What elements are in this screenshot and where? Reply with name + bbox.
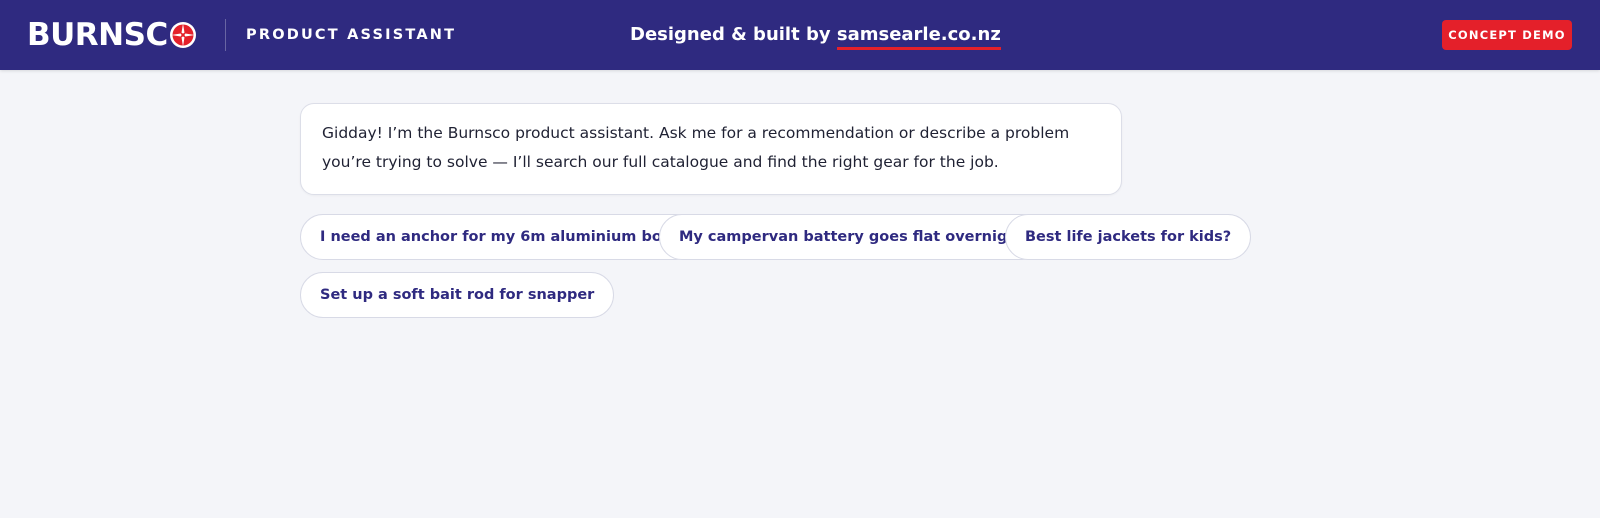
suggestion-chip[interactable]: Best life jackets for kids? bbox=[1005, 214, 1252, 260]
suggestion-chip[interactable]: Set up a soft bait rod for snapper bbox=[300, 272, 615, 318]
product-assistant-label: PRODUCT ASSISTANT bbox=[246, 27, 457, 43]
suggestion-chip[interactable]: I need an anchor for my 6m aluminium boa… bbox=[300, 214, 699, 260]
suggestion-chip[interactable]: My campervan battery goes flat overnight bbox=[659, 214, 1045, 260]
header-divider bbox=[225, 19, 226, 51]
designer-credit: Designed & built by samsearle.co.nz bbox=[630, 22, 1001, 50]
concept-demo-badge: CONCEPT DEMO bbox=[1442, 20, 1572, 50]
compass-star-icon bbox=[169, 22, 196, 48]
assistant-message: Gidday! I’m the Burnsco product assistan… bbox=[300, 103, 1122, 195]
top-header: BURNSC PRODUCT ASSISTANT Designed & buil… bbox=[0, 0, 1600, 70]
burnsco-logo[interactable]: BURNSC bbox=[27, 18, 197, 52]
designer-link[interactable]: samsearle.co.nz bbox=[836, 24, 1001, 50]
logo-wordmark: BURNSC bbox=[27, 17, 168, 53]
credit-prefix: Designed & built by bbox=[630, 24, 837, 45]
